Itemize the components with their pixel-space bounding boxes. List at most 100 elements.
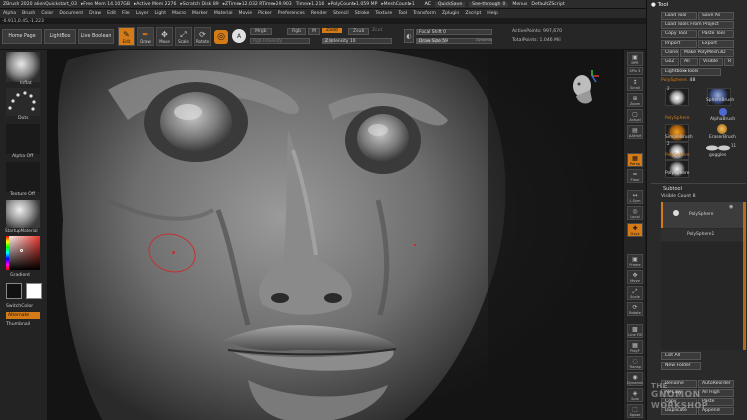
menu-tool[interactable]: Tool (398, 11, 407, 16)
menu-movie[interactable]: Movie (238, 11, 252, 16)
lightbox-tools-button[interactable]: Lightbox▸Tools (661, 68, 721, 76)
save-as-button[interactable]: Save As (698, 12, 734, 20)
ac-button[interactable]: AC (425, 2, 431, 7)
menu-stroke[interactable]: Stroke (355, 11, 370, 16)
aahalf-button[interactable]: ▤ AAHalf (627, 125, 643, 139)
switch-color-button[interactable]: SwitchColor (6, 304, 33, 309)
home-page-button[interactable]: Home Page (2, 29, 42, 44)
tool-palette-header[interactable]: ● Tool (651, 2, 668, 8)
rotate-view-button[interactable]: ⟳ Rotate (627, 302, 643, 316)
move-view-button[interactable]: ✥ Move (627, 270, 643, 284)
import-button[interactable]: Import (661, 40, 697, 48)
menu-marker[interactable]: Marker (192, 11, 208, 16)
subtool-scrollbar[interactable] (743, 202, 746, 350)
zcut-button[interactable]: Zcut (372, 28, 382, 33)
canvas-viewport[interactable] (48, 50, 623, 420)
z-intensity-slider[interactable]: Z Intensity 10 (322, 38, 392, 44)
brush-thumbnail[interactable] (6, 52, 40, 82)
quicksave-button[interactable]: QuickSave (434, 1, 466, 7)
spix-slider[interactable]: SPix 3 (627, 67, 643, 75)
material-thumbnail[interactable] (6, 200, 40, 228)
all-high-button[interactable]: All High (698, 389, 734, 397)
xpose-button[interactable]: ⬚ Xpose (627, 404, 643, 418)
goz-all-button[interactable]: All (680, 58, 698, 66)
menus-toggle[interactable]: Menus (512, 2, 527, 7)
tool-thumb-spherebrush[interactable] (707, 88, 731, 106)
default-zscript[interactable]: DefaultZScript (531, 2, 564, 7)
seethrough-slider[interactable]: See-through 0 (469, 1, 509, 7)
alpha-thumbnail[interactable] (6, 124, 40, 154)
secondary-color-swatch[interactable] (26, 283, 42, 299)
menu-file[interactable]: File (122, 11, 130, 16)
make-polymesh3d-button[interactable]: Make PolyMesh3D (680, 49, 734, 57)
alternate-button[interactable]: Alternate (6, 312, 40, 319)
list-all-button[interactable]: List All (661, 352, 701, 360)
menu-help[interactable]: Help (487, 11, 497, 16)
bpr-button[interactable]: ▣ BPR (627, 52, 643, 66)
lightbox-button[interactable]: LightBox (44, 29, 76, 44)
zoom-button[interactable]: ⊕ Zoom (627, 93, 643, 107)
transp-button[interactable]: ◌ Transp (627, 356, 643, 370)
tool-thumb-goggles[interactable] (705, 145, 731, 151)
line-fill-button[interactable]: ▩ Line Fill (627, 324, 643, 338)
menu-preferences[interactable]: Preferences (278, 11, 305, 16)
gradient-label[interactable]: Gradient (10, 273, 30, 278)
menu-document[interactable]: Document (59, 11, 83, 16)
menu-macro[interactable]: Macro (172, 11, 186, 16)
menu-layer[interactable]: Layer (136, 11, 149, 16)
hue-slider[interactable] (6, 236, 9, 270)
rgb-button[interactable]: Rgb (287, 28, 307, 35)
m-button[interactable]: M (308, 28, 320, 35)
autoreorder-button[interactable]: AutoReorder (698, 380, 734, 388)
paste-tool-button[interactable]: Paste Tool (698, 30, 734, 38)
zsub-button[interactable]: Zsub (348, 28, 370, 35)
navigation-head-gizmo[interactable] (568, 70, 600, 110)
polyf-button[interactable]: ▦ PolyF (627, 340, 643, 354)
dynamic-button[interactable]: ◉ Dynamic (627, 372, 643, 386)
subtool-item-active[interactable]: PolySphere ◉ (661, 202, 745, 228)
thumbnail-label[interactable]: Thumbnail (6, 322, 30, 327)
focal-shift-slider[interactable]: Focal Shift 0 (416, 29, 492, 35)
brush-size-toggle-icon[interactable]: ◐ (404, 29, 414, 43)
dynamic-toggle[interactable]: Dynamic (476, 38, 492, 42)
live-boolean-button[interactable]: Live Boolean (78, 29, 114, 44)
persp-button[interactable]: ▦ Persp (627, 153, 643, 167)
load-tool-button[interactable]: Load Tool (661, 12, 697, 20)
menu-edit[interactable]: Edit (107, 11, 116, 16)
menu-zscript[interactable]: Zscript (465, 11, 481, 16)
menu-draw[interactable]: Draw (89, 11, 101, 16)
menu-texture[interactable]: Texture (375, 11, 392, 16)
menu-light[interactable]: Light (155, 11, 166, 16)
color-mode-icon[interactable]: A (232, 29, 246, 43)
lsym-button[interactable]: ↔ L.Sym (627, 190, 643, 204)
goz-r-button[interactable]: R (724, 58, 734, 66)
clone-button[interactable]: Clone (661, 49, 679, 57)
actual-button[interactable]: ▢ Actual (627, 109, 643, 123)
stroke-thumbnail[interactable] (6, 88, 40, 116)
menu-transform[interactable]: Transform (413, 11, 436, 16)
menu-picker[interactable]: Picker (258, 11, 272, 16)
texture-thumbnail[interactable] (6, 162, 40, 192)
rgb-intensity-slider[interactable]: Rgb Intensity (250, 38, 310, 44)
eye-icon[interactable]: ◉ (729, 204, 733, 210)
edit-mode-button[interactable]: ✎ Edit (118, 27, 135, 46)
new-folder-button[interactable]: New Folder (661, 362, 701, 370)
menu-brush[interactable]: Brush (22, 11, 35, 16)
scroll-button[interactable]: ↕ Scroll (627, 77, 643, 91)
frame-button[interactable]: ▣ Frame (627, 254, 643, 268)
subtool-header[interactable]: Subtool (663, 186, 682, 192)
local-button[interactable]: ◎ Local (627, 206, 643, 220)
export-button[interactable]: Export (698, 40, 734, 48)
primary-color-swatch[interactable] (6, 283, 22, 299)
gxyz-button[interactable]: ✚ Gxyz (627, 223, 643, 237)
scale-view-button[interactable]: ⤢ Scale (627, 286, 643, 300)
sculptris-pro-icon[interactable]: ◎ (214, 30, 228, 44)
menu-color[interactable]: Color (41, 11, 53, 16)
menu-stencil[interactable]: Stencil (333, 11, 349, 16)
menu-zplugin[interactable]: Zplugin (442, 11, 459, 16)
goz-button[interactable]: GoZ (661, 58, 679, 66)
mrgb-button[interactable]: Mrgb (250, 28, 272, 35)
rotate-mode-button[interactable]: ⟳ Rotate (194, 27, 211, 46)
floor-button[interactable]: ═ Floor (627, 169, 643, 183)
solo-button[interactable]: ◈ Solo (627, 388, 643, 402)
